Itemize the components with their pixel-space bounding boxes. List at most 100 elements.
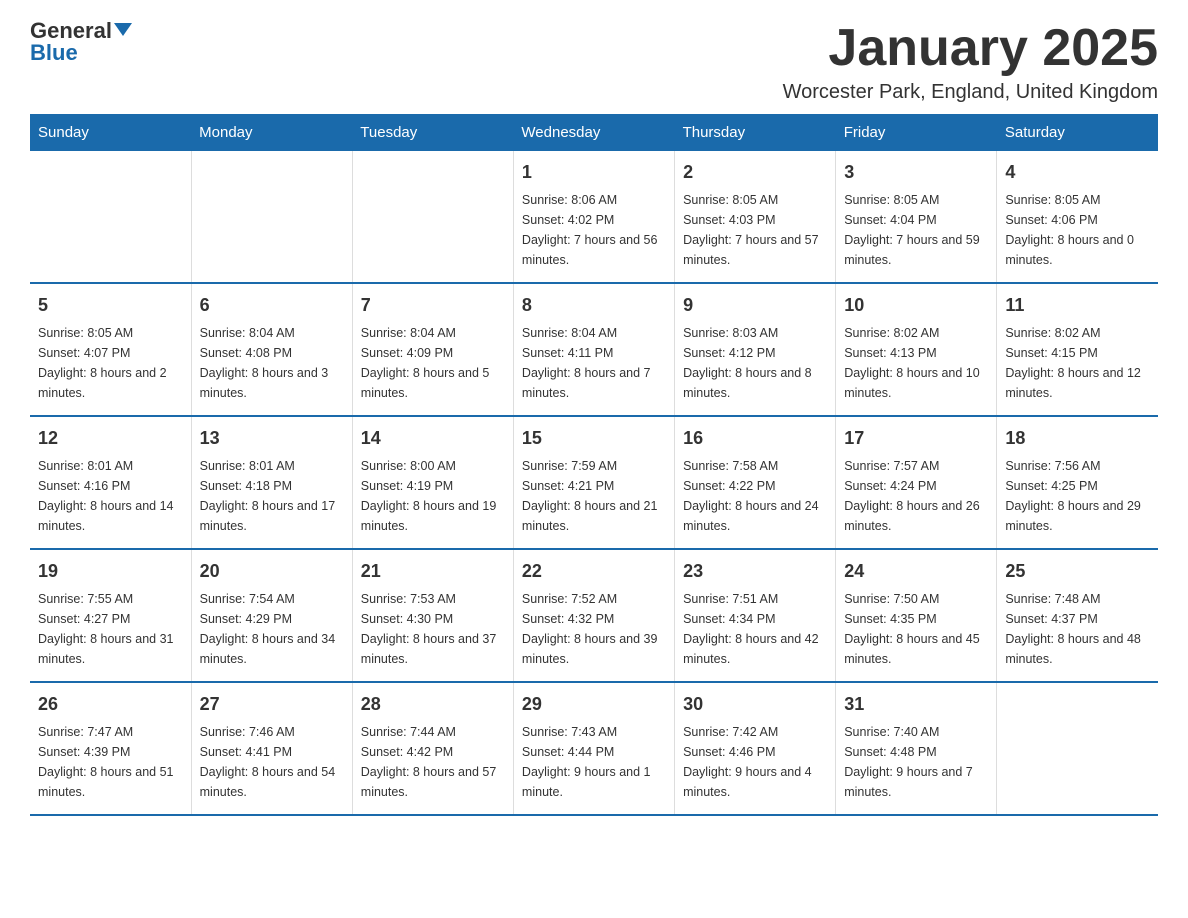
location-subtitle: Worcester Park, England, United Kingdom [783,81,1158,104]
day-number: 7 [361,292,505,319]
day-number: 14 [361,425,505,452]
calendar-cell: 5 Sunrise: 8:05 AMSunset: 4:07 PMDaylight… [30,283,191,416]
day-number: 25 [1005,558,1150,585]
calendar-cell: 23 Sunrise: 7:51 AMSunset: 4:34 PMDayligh… [675,549,836,682]
calendar-cell: 27 Sunrise: 7:46 AMSunset: 4:41 PMDayligh… [191,682,352,815]
day-number: 8 [522,292,666,319]
calendar-cell: 8 Sunrise: 8:04 AMSunset: 4:11 PMDaylight… [513,283,674,416]
day-number: 30 [683,691,827,718]
day-number: 2 [683,159,827,186]
calendar-cell: 18 Sunrise: 7:56 AMSunset: 4:25 PMDayligh… [997,416,1158,549]
col-thursday: Thursday [675,114,836,151]
calendar-cell: 17 Sunrise: 7:57 AMSunset: 4:24 PMDayligh… [836,416,997,549]
day-info: Sunrise: 7:46 AMSunset: 4:41 PMDaylight:… [200,722,344,802]
day-info: Sunrise: 8:01 AMSunset: 4:16 PMDaylight:… [38,456,183,536]
calendar-cell: 25 Sunrise: 7:48 AMSunset: 4:37 PMDayligh… [997,549,1158,682]
day-number: 9 [683,292,827,319]
day-info: Sunrise: 8:05 AMSunset: 4:07 PMDaylight:… [38,323,183,403]
day-number: 5 [38,292,183,319]
calendar-cell: 2 Sunrise: 8:05 AMSunset: 4:03 PMDaylight… [675,151,836,283]
day-number: 12 [38,425,183,452]
calendar-cell: 31 Sunrise: 7:40 AMSunset: 4:48 PMDayligh… [836,682,997,815]
calendar-cell: 19 Sunrise: 7:55 AMSunset: 4:27 PMDayligh… [30,549,191,682]
calendar-cell: 26Sunrise: 7:47 AMSunset: 4:39 PMDayligh… [30,682,191,815]
col-monday: Monday [191,114,352,151]
logo-triangle-icon [114,23,132,36]
day-info: Sunrise: 7:47 AMSunset: 4:39 PMDaylight:… [38,722,183,802]
day-number: 17 [844,425,988,452]
calendar-cell: 15 Sunrise: 7:59 AMSunset: 4:21 PMDayligh… [513,416,674,549]
page-header: General Blue January 2025 Worcester Park… [30,20,1158,104]
day-number: 28 [361,691,505,718]
day-number: 18 [1005,425,1150,452]
calendar-cell: 1Sunrise: 8:06 AMSunset: 4:02 PMDaylight… [513,151,674,283]
day-info: Sunrise: 8:06 AMSunset: 4:02 PMDaylight:… [522,190,666,270]
col-sunday: Sunday [30,114,191,151]
calendar-cell: 9Sunrise: 8:03 AMSunset: 4:12 PMDaylight… [675,283,836,416]
calendar-cell: 16 Sunrise: 7:58 AMSunset: 4:22 PMDayligh… [675,416,836,549]
calendar-cell: 29Sunrise: 7:43 AMSunset: 4:44 PMDayligh… [513,682,674,815]
calendar-cell: 30 Sunrise: 7:42 AMSunset: 4:46 PMDayligh… [675,682,836,815]
day-info: Sunrise: 7:58 AMSunset: 4:22 PMDaylight:… [683,456,827,536]
day-number: 23 [683,558,827,585]
calendar-cell: 12 Sunrise: 8:01 AMSunset: 4:16 PMDayligh… [30,416,191,549]
calendar-cell: 14Sunrise: 8:00 AMSunset: 4:19 PMDayligh… [352,416,513,549]
calendar-week-row: 12 Sunrise: 8:01 AMSunset: 4:16 PMDayligh… [30,416,1158,549]
day-number: 27 [200,691,344,718]
calendar-cell: 28 Sunrise: 7:44 AMSunset: 4:42 PMDayligh… [352,682,513,815]
logo-blue: Blue [30,42,78,64]
calendar-cell [997,682,1158,815]
day-info: Sunrise: 7:55 AMSunset: 4:27 PMDaylight:… [38,589,183,669]
month-title: January 2025 [783,20,1158,77]
col-friday: Friday [836,114,997,151]
day-info: Sunrise: 8:04 AMSunset: 4:11 PMDaylight:… [522,323,666,403]
day-info: Sunrise: 8:05 AMSunset: 4:03 PMDaylight:… [683,190,827,270]
calendar-cell: 22 Sunrise: 7:52 AMSunset: 4:32 PMDayligh… [513,549,674,682]
day-number: 10 [844,292,988,319]
day-info: Sunrise: 8:02 AMSunset: 4:13 PMDaylight:… [844,323,988,403]
day-info: Sunrise: 7:48 AMSunset: 4:37 PMDaylight:… [1005,589,1150,669]
calendar-cell: 13 Sunrise: 8:01 AMSunset: 4:18 PMDayligh… [191,416,352,549]
calendar-cell [191,151,352,283]
day-number: 21 [361,558,505,585]
day-number: 31 [844,691,988,718]
day-number: 22 [522,558,666,585]
day-number: 24 [844,558,988,585]
day-info: Sunrise: 7:42 AMSunset: 4:46 PMDaylight:… [683,722,827,802]
day-info: Sunrise: 7:44 AMSunset: 4:42 PMDaylight:… [361,722,505,802]
day-info: Sunrise: 8:04 AMSunset: 4:08 PMDaylight:… [200,323,344,403]
day-number: 29 [522,691,666,718]
calendar-week-row: 5 Sunrise: 8:05 AMSunset: 4:07 PMDaylight… [30,283,1158,416]
day-info: Sunrise: 8:05 AMSunset: 4:06 PMDaylight:… [1005,190,1150,270]
day-info: Sunrise: 7:51 AMSunset: 4:34 PMDaylight:… [683,589,827,669]
day-number: 19 [38,558,183,585]
day-info: Sunrise: 7:57 AMSunset: 4:24 PMDaylight:… [844,456,988,536]
calendar-cell: 11Sunrise: 8:02 AMSunset: 4:15 PMDayligh… [997,283,1158,416]
day-info: Sunrise: 8:04 AMSunset: 4:09 PMDaylight:… [361,323,505,403]
col-saturday: Saturday [997,114,1158,151]
day-info: Sunrise: 8:01 AMSunset: 4:18 PMDaylight:… [200,456,344,536]
col-wednesday: Wednesday [513,114,674,151]
day-number: 13 [200,425,344,452]
day-info: Sunrise: 7:59 AMSunset: 4:21 PMDaylight:… [522,456,666,536]
day-number: 4 [1005,159,1150,186]
col-tuesday: Tuesday [352,114,513,151]
day-number: 11 [1005,292,1150,319]
title-section: January 2025 Worcester Park, England, Un… [783,20,1158,104]
calendar-cell: 10 Sunrise: 8:02 AMSunset: 4:13 PMDayligh… [836,283,997,416]
calendar-week-row: 1Sunrise: 8:06 AMSunset: 4:02 PMDaylight… [30,151,1158,283]
calendar-cell: 20Sunrise: 7:54 AMSunset: 4:29 PMDayligh… [191,549,352,682]
day-number: 6 [200,292,344,319]
calendar-cell [352,151,513,283]
day-info: Sunrise: 8:05 AMSunset: 4:04 PMDaylight:… [844,190,988,270]
calendar-header-row: Sunday Monday Tuesday Wednesday Thursday… [30,114,1158,151]
calendar-week-row: 26Sunrise: 7:47 AMSunset: 4:39 PMDayligh… [30,682,1158,815]
day-info: Sunrise: 7:50 AMSunset: 4:35 PMDaylight:… [844,589,988,669]
calendar-week-row: 19 Sunrise: 7:55 AMSunset: 4:27 PMDayligh… [30,549,1158,682]
day-info: Sunrise: 7:54 AMSunset: 4:29 PMDaylight:… [200,589,344,669]
day-info: Sunrise: 7:52 AMSunset: 4:32 PMDaylight:… [522,589,666,669]
day-info: Sunrise: 7:40 AMSunset: 4:48 PMDaylight:… [844,722,988,802]
day-info: Sunrise: 7:56 AMSunset: 4:25 PMDaylight:… [1005,456,1150,536]
day-number: 15 [522,425,666,452]
day-number: 16 [683,425,827,452]
